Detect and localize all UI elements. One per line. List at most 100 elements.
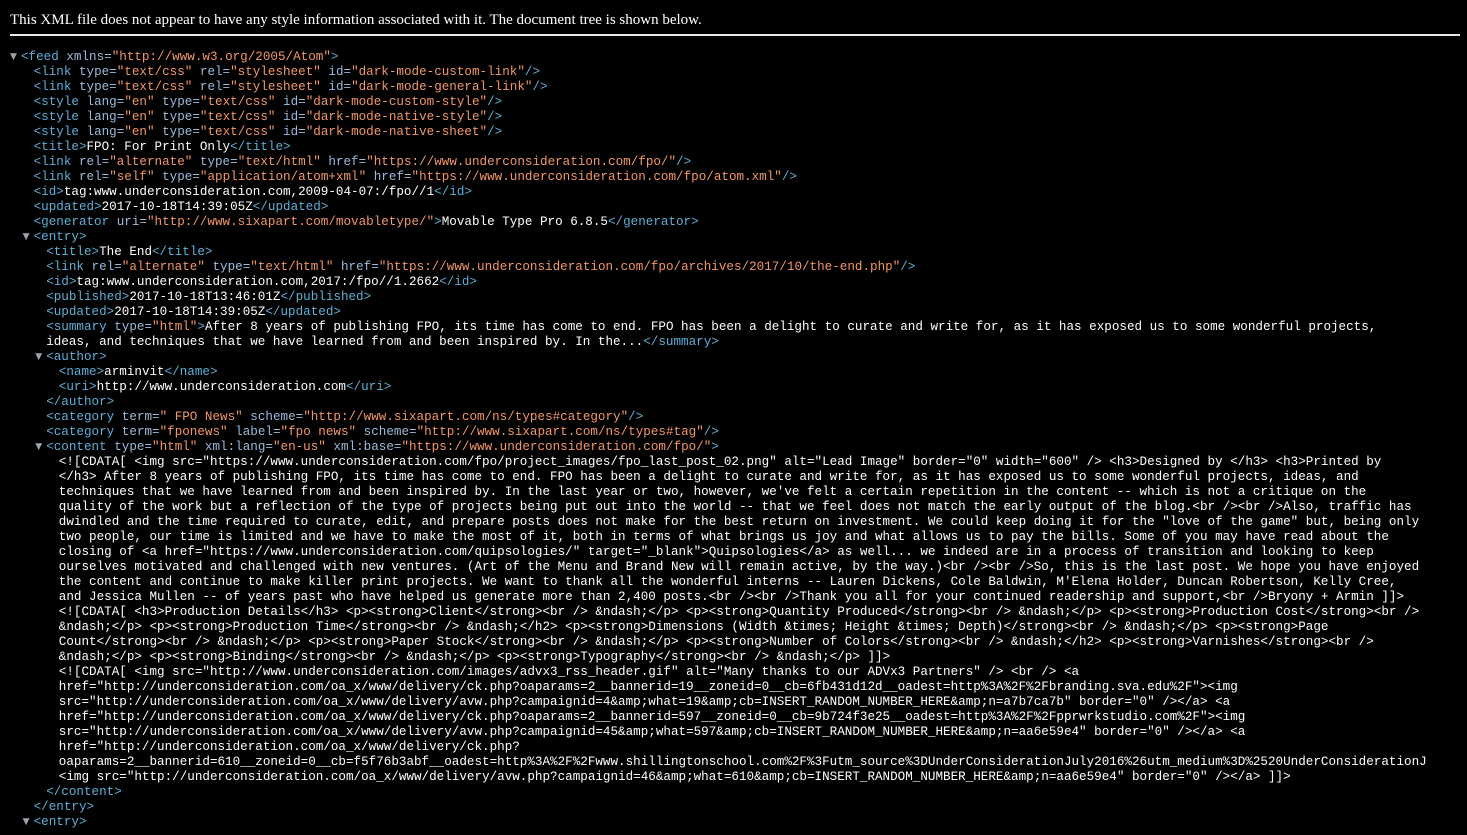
xml-line: <summary type="html">After 8 years of pu…: [10, 320, 1465, 335]
xml-text: tag:www.underconsideration.com,2017:/fpo…: [76, 275, 440, 289]
xml-tag: />: [487, 125, 503, 139]
xml-tag: />: [628, 410, 644, 424]
xml-tag: <style: [33, 110, 79, 124]
xml-attribute-name: rel=: [71, 155, 110, 169]
xml-text: &ndash;</p> <p><strong>Production Time</…: [58, 620, 1329, 634]
triangle-down-icon[interactable]: ▼: [10, 50, 20, 65]
xml-attribute-name: rel=: [71, 170, 110, 184]
xml-attribute-value: "text/css": [199, 110, 276, 124]
xml-attribute-value: "fponews": [159, 425, 228, 439]
xml-tag: </title>: [230, 140, 291, 154]
xml-text: <![CDATA[ <h3>Production Details</h3> <p…: [58, 605, 1420, 619]
xml-line: href="http://underconsideration.com/oa_x…: [10, 710, 1465, 725]
xml-attribute-value: "text/css": [199, 125, 276, 139]
xml-attribute-name: type=: [106, 440, 153, 454]
xml-tag: <link: [46, 260, 84, 274]
xml-line: <link type="text/css" rel="stylesheet" i…: [10, 80, 1465, 95]
xml-tag: />: [487, 110, 503, 124]
xml-tag: >: [711, 440, 719, 454]
xml-text: arminvit: [104, 365, 165, 379]
xml-line: &ndash;</p> <p><strong>Production Time</…: [10, 620, 1465, 635]
xml-line: </entry>: [10, 800, 1465, 815]
xml-tag: <content: [46, 440, 107, 454]
xml-attribute-name: xml:base=: [325, 440, 402, 454]
xml-line: <id>tag:www.underconsideration.com,2009-…: [10, 185, 1465, 200]
xml-line: <updated>2017-10-18T14:39:05Z</updated>: [10, 200, 1465, 215]
xml-tag: >: [197, 320, 205, 334]
xml-attribute-name: type=: [192, 155, 238, 169]
xml-text: techniques that we have learned from and…: [58, 485, 1367, 499]
xml-line: ▼ <entry>: [10, 230, 1465, 245]
xml-info-message: This XML file does not appear to have an…: [10, 12, 702, 28]
xml-line: </author>: [10, 395, 1465, 410]
xml-text: 2017-10-18T14:39:05Z: [101, 200, 253, 214]
xml-text: tag:www.underconsideration.com,2009-04-0…: [63, 185, 435, 199]
xml-attribute-name: scheme=: [356, 425, 417, 439]
xml-text: and Jessica Mullen -- of years past who …: [58, 590, 1405, 604]
xml-attribute-name: xml:lang=: [197, 440, 273, 454]
xml-tag: <updated>: [46, 305, 115, 319]
xml-attribute-name: lang=: [78, 110, 125, 124]
xml-attribute-value: "en-us": [272, 440, 326, 454]
xml-line: </content>: [10, 785, 1465, 800]
xml-text: </h3> After 8 years of publishing FPO, i…: [58, 470, 1359, 484]
xml-tag: <id>: [33, 185, 64, 199]
xml-tag: <title>: [46, 245, 100, 259]
xml-line: <link type="text/css" rel="stylesheet" i…: [10, 65, 1465, 80]
triangle-down-icon[interactable]: ▼: [35, 440, 45, 455]
xml-line: and Jessica Mullen -- of years past who …: [10, 590, 1465, 605]
xml-tag: <uri>: [58, 380, 97, 394]
xml-attribute-name: xmlns=: [58, 50, 112, 64]
xml-attribute-value: "alternate": [109, 155, 193, 169]
xml-attribute-name: rel=: [192, 65, 231, 79]
xml-attribute-value: "https://www.underconsideration.com/fpo/…: [366, 155, 677, 169]
xml-tag: <feed: [21, 50, 59, 64]
xml-text: Count</strong><br /> &ndash;</p> <p><str…: [58, 635, 1374, 649]
xml-document-tree: ▼ <feed xmlns="http://www.w3.org/2005/Ato…: [10, 50, 1465, 830]
xml-line: <link rel="alternate" type="text/html" h…: [10, 260, 1465, 275]
xml-attribute-name: term=: [114, 410, 160, 424]
xml-attribute-name: id=: [275, 110, 306, 124]
xml-line: quality of the work but a reflection of …: [10, 500, 1465, 515]
xml-attribute-name: term=: [114, 425, 160, 439]
xml-line: href="http://underconsideration.com/oa_x…: [10, 740, 1465, 755]
xml-tag: </summary>: [643, 335, 719, 349]
xml-text: the content and continue to make killer …: [58, 575, 1397, 589]
xml-attribute-value: "application/atom+xml": [199, 170, 367, 184]
xml-tag: >: [330, 50, 339, 64]
xml-attribute-value: "stylesheet": [230, 65, 321, 79]
xml-text: <![CDATA[ <img src="https://www.undercon…: [58, 455, 1382, 469]
xml-attribute-value: "https://www.underconsideration.com/fpo/…: [401, 440, 712, 454]
xml-line: <published>2017-10-18T13:46:01Z</publish…: [10, 290, 1465, 305]
triangle-down-icon[interactable]: ▼: [23, 230, 33, 245]
xml-attribute-value: "en": [124, 125, 155, 139]
xml-tag: />: [532, 80, 548, 94]
xml-line: ideas, and techniques that we have learn…: [10, 335, 1465, 350]
xml-tag: </title>: [152, 245, 213, 259]
xml-text: src="http://underconsideration.com/oa_x/…: [58, 695, 1231, 709]
triangle-down-icon[interactable]: ▼: [35, 350, 45, 365]
xml-tag: <summary: [46, 320, 107, 334]
xml-tag: />: [703, 425, 719, 439]
xml-line: <link rel="self" type="application/atom+…: [10, 170, 1465, 185]
xml-tag: </published>: [280, 290, 372, 304]
xml-tag: <link: [33, 80, 72, 94]
xml-text: 2017-10-18T14:39:05Z: [114, 305, 266, 319]
xml-attribute-value: "https://www.underconsideration.com/fpo/…: [411, 170, 782, 184]
xml-tag: </id>: [434, 185, 472, 199]
xml-tag: <category: [46, 410, 115, 424]
xml-attribute-value: "dark-mode-general-link": [351, 80, 533, 94]
triangle-down-icon[interactable]: ▼: [23, 815, 33, 830]
xml-attribute-value: "dark-mode-custom-link": [351, 65, 525, 79]
xml-line: <title>The End</title>: [10, 245, 1465, 260]
xml-tag: >: [434, 215, 442, 229]
xml-text: 2017-10-18T13:46:01Z: [129, 290, 281, 304]
xml-attribute-name: label=: [227, 425, 281, 439]
xml-attribute-name: type=: [71, 80, 117, 94]
xml-attribute-value: " FPO News": [159, 410, 243, 424]
xml-line: src="http://underconsideration.com/oa_x/…: [10, 695, 1465, 710]
xml-tag: </generator>: [607, 215, 699, 229]
xml-line: techniques that we have learned from and…: [10, 485, 1465, 500]
xml-tag: />: [781, 170, 797, 184]
xml-tag: <link: [33, 155, 72, 169]
